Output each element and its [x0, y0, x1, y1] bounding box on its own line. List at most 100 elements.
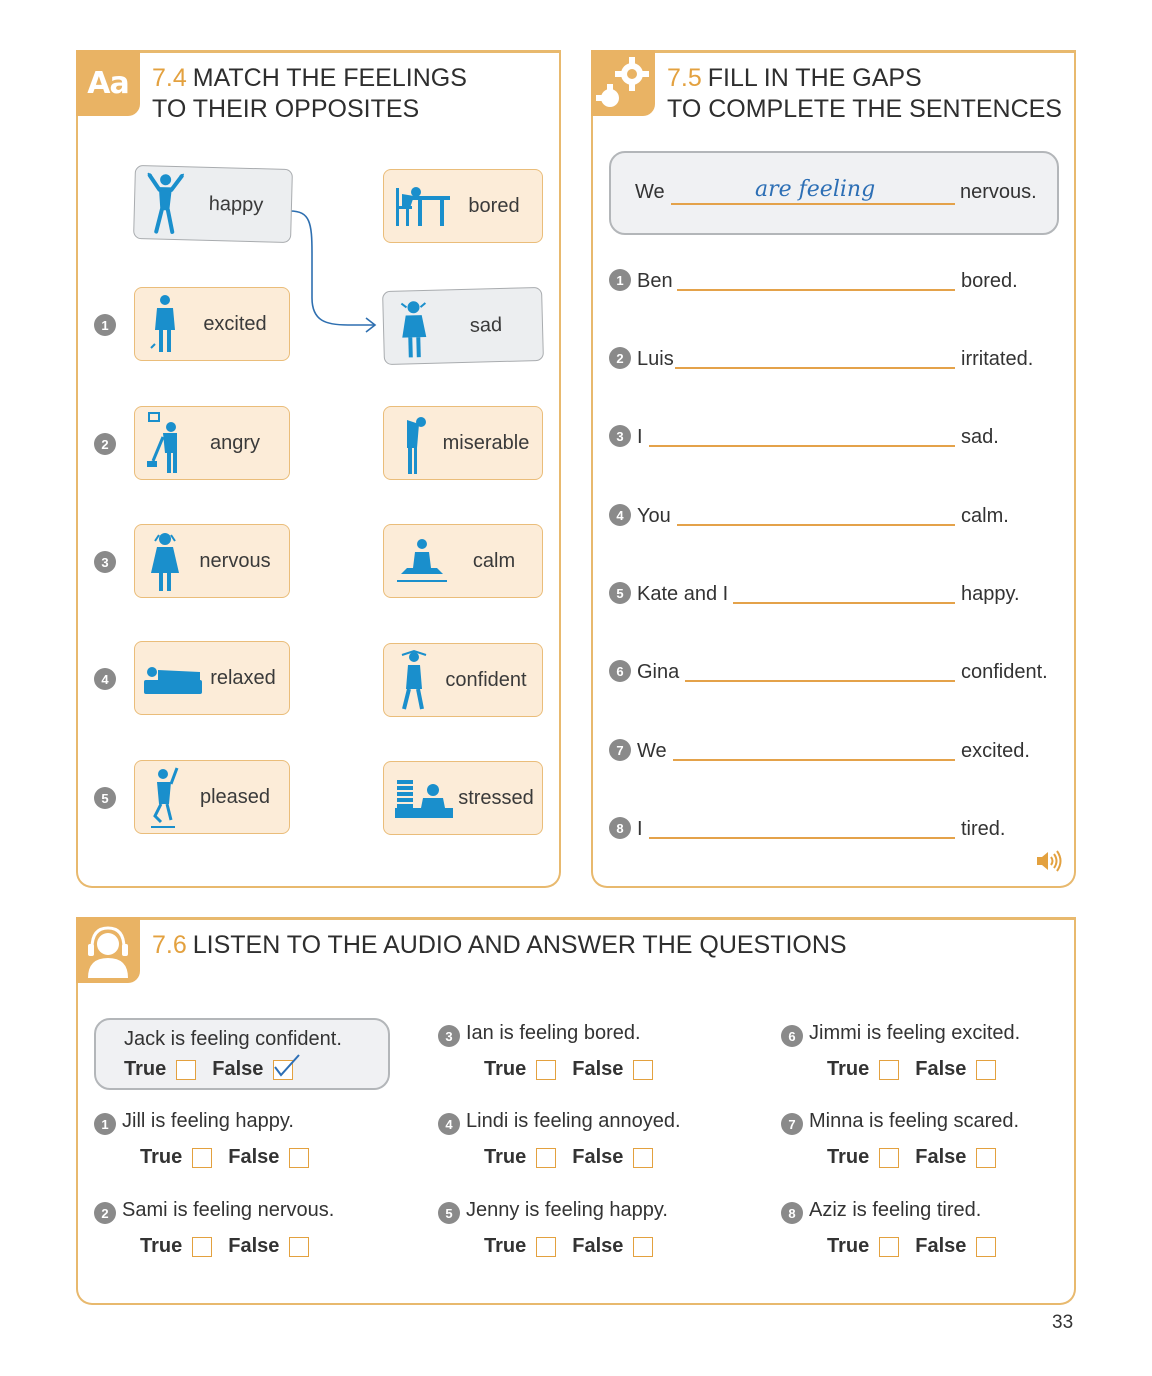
true-label: True — [827, 1146, 870, 1168]
question-statement: Aziz is feeling tired. — [809, 1199, 982, 1221]
gap-sentence-5: 5 Kate and I happy. — [609, 578, 1059, 608]
card-angry[interactable]: angry — [134, 406, 290, 480]
person-lying-icon — [141, 658, 205, 698]
exercise-number: 7.4 — [152, 64, 187, 92]
person-angry-icon — [141, 411, 189, 475]
question-5: 5 Jenny is feeling happy. True False — [438, 1199, 748, 1269]
gap-sentence-6: 6 Gina confident. — [609, 656, 1059, 686]
false-checkbox[interactable] — [633, 1059, 654, 1080]
gap-sentence-3: 3 I sad. — [609, 421, 1059, 451]
question-statement: Jenny is feeling happy. — [466, 1199, 668, 1221]
false-checkbox[interactable] — [976, 1236, 997, 1257]
card-word: happy — [208, 192, 264, 216]
card-word: miserable — [442, 431, 530, 454]
question-8: 8 Aziz is feeling tired. True False — [781, 1199, 1091, 1269]
vocabulary-badge: Aa — [76, 50, 140, 116]
card-miserable[interactable]: miserable — [383, 406, 543, 480]
question-1: 1 Jill is feeling happy. True False — [94, 1110, 404, 1180]
item-number: 1 — [94, 314, 116, 336]
card-nervous[interactable]: nervous — [134, 524, 290, 598]
person-stressed-icon — [390, 774, 458, 822]
false-checkbox[interactable] — [633, 1147, 654, 1168]
card-pleased[interactable]: pleased — [134, 760, 290, 834]
sentence-subject: Gina — [637, 661, 680, 683]
card-stressed[interactable]: stressed — [383, 761, 543, 835]
exercise-7-6-heading: 7.6 LISTEN TO THE AUDIO AND ANSWER THE QU… — [152, 930, 847, 961]
sentence-subject: Ben — [637, 270, 673, 292]
true-checkbox[interactable] — [536, 1059, 557, 1080]
exercise-7-4-panel: Aa 7.4 MATCH THE FEELINGS TO THEIR OPPOSI… — [76, 50, 561, 888]
card-word: stressed — [458, 786, 534, 809]
true-checkbox[interactable] — [879, 1147, 900, 1168]
false-label: False — [915, 1146, 967, 1168]
item-number: 2 — [609, 347, 631, 369]
answer-gap[interactable] — [677, 524, 955, 526]
true-label: True — [484, 1058, 527, 1080]
question-6: 6 Jimmi is feeling excited. True False — [781, 1022, 1091, 1092]
example-card-happy[interactable]: happy — [133, 164, 293, 244]
true-checkbox[interactable] — [192, 1236, 213, 1257]
gears-icon — [596, 57, 649, 107]
card-relaxed[interactable]: relaxed — [134, 641, 290, 715]
sentence-subject: I — [637, 818, 643, 840]
item-number: 8 — [781, 1202, 803, 1224]
answer-gap[interactable] — [677, 289, 955, 291]
example-end: nervous. — [960, 181, 1037, 203]
card-calm[interactable]: calm — [383, 524, 543, 598]
question-statement: Lindi is feeling annoyed. — [466, 1110, 681, 1132]
exercise-7-4-heading: 7.4 MATCH THE FEELINGS TO THEIR OPPOSITES — [152, 63, 467, 125]
answer-gap[interactable] — [649, 445, 955, 447]
false-checkbox[interactable] — [976, 1059, 997, 1080]
false-checkbox[interactable] — [976, 1147, 997, 1168]
card-word: calm — [472, 549, 516, 572]
question-statement: Ian is feeling bored. — [466, 1022, 641, 1044]
false-checkbox[interactable] — [289, 1236, 310, 1257]
headphones-person-icon — [88, 926, 128, 978]
answer-gap[interactable] — [649, 837, 955, 839]
true-checkbox[interactable] — [536, 1147, 557, 1168]
sentence-subject: You — [637, 505, 671, 527]
true-false-row: True False — [484, 1235, 669, 1258]
gap-sentence-4: 4 You calm. — [609, 500, 1059, 530]
true-label: True — [140, 1146, 183, 1168]
gap-sentence-8: 8 I tired. — [609, 813, 1059, 843]
exercise-7-5-heading: 7.5 FILL IN THE GAPS TO COMPLETE THE SENT… — [667, 63, 1062, 125]
true-checkbox[interactable] — [536, 1236, 557, 1257]
sentence-subject: Luis — [637, 348, 674, 370]
checkmark-icon — [274, 1053, 301, 1077]
true-checkbox[interactable] — [879, 1059, 900, 1080]
card-confident[interactable]: confident — [383, 643, 543, 717]
question-statement: Minna is feeling scared. — [809, 1110, 1020, 1132]
true-false-row: True False — [827, 1146, 1012, 1169]
true-false-row: True False — [484, 1058, 669, 1081]
heading-line-1: FILL IN THE GAPS — [707, 64, 922, 92]
answer-gap[interactable] — [673, 759, 955, 761]
true-checkbox[interactable] — [879, 1236, 900, 1257]
sentence-end: sad. — [961, 426, 999, 448]
false-label: False — [228, 1146, 280, 1168]
true-checkbox[interactable] — [176, 1059, 197, 1080]
question-statement: Jill is feeling happy. — [122, 1110, 294, 1132]
sentence-end: irritated. — [961, 348, 1034, 370]
answer-gap[interactable] — [733, 602, 955, 604]
answer-gap[interactable] — [675, 367, 955, 369]
gears-badge — [591, 50, 655, 116]
false-checkbox[interactable] — [289, 1147, 310, 1168]
person-crying-icon — [389, 295, 439, 360]
example-card-sad[interactable]: sad — [382, 286, 544, 366]
item-number: 1 — [609, 269, 631, 291]
sentence-end: happy. — [961, 583, 1020, 605]
true-checkbox[interactable] — [192, 1147, 213, 1168]
question-statement: Jimmi is feeling excited. — [809, 1022, 1021, 1044]
false-checkbox[interactable] — [633, 1236, 654, 1257]
person-confident-icon — [390, 647, 438, 713]
item-number: 7 — [609, 739, 631, 761]
card-word: relaxed — [210, 666, 276, 689]
speaker-icon[interactable] — [1035, 849, 1063, 873]
card-excited[interactable]: excited — [134, 287, 290, 361]
example-answer: are feeling — [755, 177, 876, 202]
false-checkbox-checked[interactable] — [273, 1053, 301, 1080]
answer-gap[interactable] — [685, 680, 955, 682]
card-bored[interactable]: bored — [383, 169, 543, 243]
false-label: False — [572, 1058, 624, 1080]
